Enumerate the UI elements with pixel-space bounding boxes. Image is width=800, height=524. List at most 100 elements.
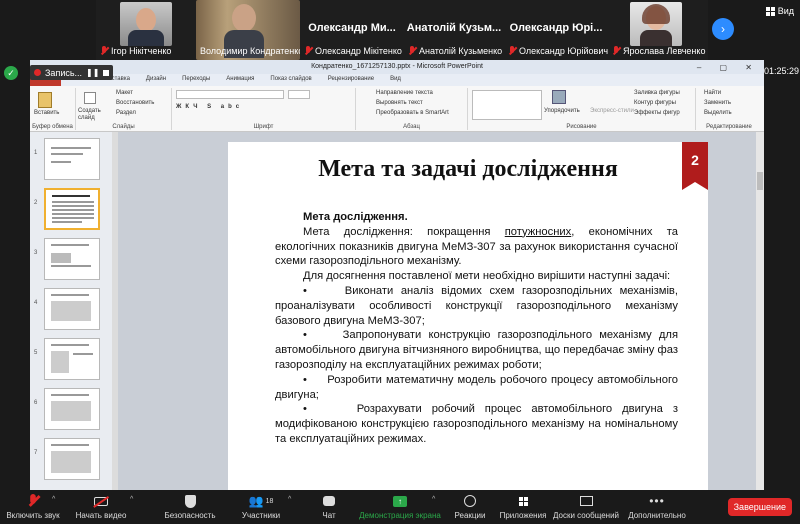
layout-button[interactable]: Макет [116,90,133,96]
scroll-thumb[interactable] [757,172,763,190]
slide-thumbnail[interactable] [44,238,100,280]
mic-muted-icon [408,46,416,56]
arrange-icon [552,90,566,104]
shield-icon [184,494,196,508]
participant-name-display: Олександр Юрі... [509,22,603,34]
window-title: Кондратенко_1671257130.pptx - Microsoft … [30,60,764,74]
participant-tile[interactable]: Ігор Нікітченко [96,0,196,60]
replace-button[interactable]: Заменить [704,100,731,106]
pause-icon[interactable]: ❚❚ [86,68,99,77]
chat-icon [323,496,335,506]
participant-label: Ярослава Левченко [608,44,709,58]
apps-button[interactable]: Приложения [496,493,550,520]
slide-thumbnail[interactable] [44,388,100,430]
slide-title: Мета та задачі дослідження [318,156,618,182]
powerpoint-window: Кондратенко_1671257130.pptx - Microsoft … [30,60,764,490]
tab-review[interactable]: Рецензирование [320,74,382,86]
stop-icon[interactable] [103,69,110,76]
tab-design[interactable]: Дизайн [138,74,174,86]
slide[interactable]: 2 Мета та задачі дослідження Мета дослід… [228,142,708,490]
chevron-up-icon[interactable]: ^ [288,496,291,503]
chevron-up-icon[interactable]: ^ [130,496,133,503]
slide-paragraph: Для досягнення поставленої мети необхідн… [303,270,671,283]
slide-thumbnail[interactable] [44,288,100,330]
window-controls[interactable]: – ▢ ✕ [697,61,760,75]
apps-grid-icon [518,496,528,506]
paste-button[interactable]: Вставить [34,110,59,116]
participant-video [120,2,172,46]
shape-fill-button[interactable]: Заливка фигуры [634,90,680,96]
tab-view[interactable]: Вид [382,74,409,86]
share-screen-icon: ↑ [393,495,407,507]
slide-heading: Мета дослідження. [303,211,408,223]
participant-name-display: Анатолій Кузьм... [406,22,502,34]
grid-view-icon [765,6,775,16]
start-video-button[interactable]: Начать видео [70,493,132,520]
find-button[interactable]: Найти [704,90,721,96]
participant-tile[interactable]: Олександр Юрі... Олександр Юрійович [504,0,608,60]
slide-body: Мета дослідження. Мета дослідження: покр… [275,210,678,447]
mic-muted-icon [508,46,516,56]
text-direction-button[interactable]: Направление текста [376,90,433,96]
ribbon-group-clipboard: Вставить Буфер обмена [30,88,76,130]
shapes-gallery-icon[interactable] [472,90,542,120]
font-size-select[interactable] [288,90,310,99]
tab-animations[interactable]: Анимация [218,74,262,86]
participant-tile[interactable]: Володимир Кондратенко [196,0,303,60]
tab-slideshow[interactable]: Показ слайдов [262,74,319,86]
whiteboards-button[interactable]: Доски сообщений [552,493,620,520]
whiteboard-icon [579,496,593,506]
slide-thumbnail[interactable] [44,438,100,480]
thumb-number: 4 [34,300,38,306]
reset-button[interactable]: Восстановить [116,100,154,106]
arrange-button[interactable]: Упорядочить [544,108,580,114]
slide-thumbnail[interactable] [44,138,100,180]
shape-outline-button[interactable]: Контур фигуры [634,100,676,106]
font-name-select[interactable] [176,90,284,99]
share-screen-button[interactable]: ↑ Демонстрация экрана [358,493,442,520]
thumb-number: 3 [34,250,38,256]
next-page-button[interactable]: › [712,18,734,40]
end-meeting-button[interactable]: Завершение [727,498,792,516]
shield-check-icon[interactable]: ✓ [4,66,18,80]
participant-tile[interactable]: Ярослава Левченко [608,0,708,60]
more-button[interactable]: ••• Дополнительно [626,493,688,520]
participant-label: Ігор Нікітченко [96,44,175,58]
participant-tile[interactable]: Олександр Ми... Олександр Мікітенко [300,0,404,60]
chevron-up-icon[interactable]: ^ [432,496,435,503]
ribbon-group-slides: Создать слайд Макет Восстановить Раздел … [76,88,172,130]
participants-button[interactable]: 👥 18 Участники [236,493,286,520]
align-text-button[interactable]: Выровнять текст [376,100,423,106]
select-button[interactable]: Выделить [704,110,732,116]
section-button[interactable]: Раздел [116,110,136,116]
reactions-button[interactable]: Реакции [450,493,490,520]
slide-thumbnail[interactable] [44,338,100,380]
security-button[interactable]: Безопасность [160,493,220,520]
thumb-number: 6 [34,400,38,406]
slide-bullet: • Розробити математичну модель робочого … [275,373,678,401]
chevron-up-icon[interactable]: ^ [52,496,55,503]
shape-effects-button[interactable]: Эффекты фигур [634,110,680,116]
ribbon-group-paragraph: Направление текста Выровнять текст Преоб… [356,88,468,130]
ribbon-group-font: ЖКЧ S abc Шрифт [172,88,356,130]
create-slide-button[interactable]: Создать слайд [78,108,108,122]
font-format-buttons[interactable]: ЖКЧ S abc [176,104,243,110]
thumb-number: 1 [34,150,38,156]
thumb-number: 5 [34,350,38,356]
participant-video [630,2,682,46]
group-label: Абзац [403,124,420,130]
view-button[interactable]: Вид [765,6,794,16]
tab-transitions[interactable]: Переходы [174,74,218,86]
quick-styles-button[interactable]: Экспресс-стили [590,108,634,114]
smartart-button[interactable]: Преобразовать в SmartArt [376,110,449,116]
participant-label: Анатолій Кузьменко [404,44,506,58]
thumb-number: 2 [34,200,38,206]
zoom-window: Ігор Нікітченко Володимир Кондратенко Ол… [0,0,800,524]
participant-tile[interactable]: Анатолій Кузьм... Анатолій Кузьменко [404,0,504,60]
slide-scrollbar[interactable] [756,132,764,490]
slide-thumbnail-selected[interactable] [44,188,100,230]
paste-icon [38,92,52,108]
chat-button[interactable]: Чат [314,493,344,520]
recording-indicator[interactable]: Запись... ❚❚ [30,65,114,80]
video-off-icon [93,495,109,508]
